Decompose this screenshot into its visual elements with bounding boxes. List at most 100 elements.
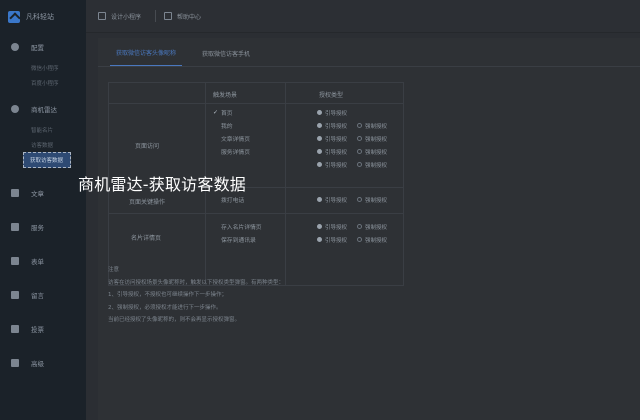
- guide-auth-option[interactable]: 引导授权: [317, 223, 347, 231]
- guide-auth-option[interactable]: 引导授权: [317, 161, 347, 169]
- row-page-label: 保存到通讯录: [221, 238, 256, 244]
- message-icon: [11, 291, 19, 299]
- topbar-divider: [155, 10, 157, 22]
- radio-icon: [317, 149, 322, 154]
- sidebar-sub-visitor-data[interactable]: 访客数据: [0, 137, 86, 152]
- force-auth-option[interactable]: 强制授权: [357, 236, 387, 244]
- sidebar-sub-get-visitor-data[interactable]: 获取访客数据: [23, 152, 71, 168]
- sidebar-tooltip: 商机雷达-获取访客数据: [78, 175, 246, 194]
- radio-icon: [317, 162, 322, 167]
- tab-phone[interactable]: 获取微信访客手机: [196, 49, 256, 66]
- notes-line: 访客在访问授权场景头像昵称时，触发以下授权类型弹窗。有两种类型：: [108, 279, 285, 286]
- guide-auth-option[interactable]: 引导授权: [317, 196, 347, 204]
- radio-icon: [317, 136, 322, 141]
- group-divider: [109, 213, 403, 214]
- design-miniapp-label: 设计小程序: [111, 13, 142, 21]
- group-label-page-visit: 页面访问: [135, 143, 160, 150]
- design-miniapp-link[interactable]: 设计小程序: [98, 12, 141, 21]
- radio-icon: [357, 149, 363, 154]
- article-icon: [11, 189, 19, 197]
- guide-auth-label: 引导授权: [325, 149, 348, 156]
- edit-icon: [98, 12, 106, 20]
- sidebar-item-label: 配置: [31, 44, 44, 52]
- brand-logo-icon: [8, 11, 20, 23]
- guide-auth-option[interactable]: 引导授权: [317, 148, 347, 156]
- sidebar-sub-wechat-miniapp[interactable]: 微信小程序: [0, 60, 86, 75]
- table-row: 我的 引导授权 强制授权: [213, 119, 403, 132]
- radar-icon: [11, 105, 19, 113]
- force-auth-option[interactable]: 强制授权: [357, 148, 387, 156]
- guide-auth-option[interactable]: 引导授权: [317, 236, 347, 244]
- guide-auth-option[interactable]: 引导授权: [317, 122, 347, 130]
- force-auth-option[interactable]: 强制授权: [357, 161, 387, 169]
- table-row: 服务详情页 引导授权 强制授权: [213, 145, 403, 158]
- table-row: 引导授权 强制授权: [213, 158, 403, 171]
- sidebar-item-label: 服务: [31, 224, 44, 232]
- tab-bar: 获取微信访客头像昵称 获取微信访客手机: [110, 38, 270, 66]
- radio-icon: [357, 224, 363, 229]
- sidebar-item-message[interactable]: 留言: [0, 282, 86, 308]
- row-page-label: 文章详情页: [221, 137, 250, 143]
- radio-icon: [357, 136, 363, 141]
- guide-auth-label: 引导授权: [325, 123, 348, 130]
- guide-auth-label: 引导授权: [325, 162, 348, 169]
- header-divider: [109, 103, 403, 104]
- table-row: 文章详情页 引导授权 强制授权: [213, 132, 403, 145]
- sidebar-item-advanced[interactable]: 高级: [0, 350, 86, 376]
- column-header-trigger: 触发场景: [213, 92, 238, 99]
- row-page-label: 首页: [221, 111, 233, 117]
- table-row: 保存到通讯录 引导授权 强制授权: [213, 233, 403, 246]
- force-auth-label: 强制授权: [365, 149, 388, 156]
- tab-underline-divider: [98, 66, 640, 67]
- help-icon: [164, 12, 173, 20]
- row-page-label: 我的: [221, 124, 233, 130]
- guide-auth-option[interactable]: 引导授权: [317, 135, 347, 143]
- force-auth-label: 强制授权: [365, 237, 388, 244]
- sidebar-item-label: 商机雷达: [31, 106, 57, 114]
- sidebar: 凡科轻站 配置 微信小程序 百度小程序 商机雷达 智能名片 访客数据 获取访客数…: [0, 0, 86, 420]
- row-page-label: 存入名片详情页: [221, 225, 262, 231]
- table-row: 存入名片详情页 引导授权 强制授权: [213, 220, 403, 233]
- force-auth-option[interactable]: 强制授权: [357, 122, 387, 130]
- form-icon: [11, 257, 19, 265]
- sidebar-item-radar[interactable]: 商机雷达: [0, 96, 86, 122]
- guide-auth-option[interactable]: 引导授权: [317, 109, 347, 117]
- brand-name: 凡科轻站: [26, 13, 54, 21]
- guide-auth-label: 引导授权: [325, 136, 348, 143]
- check-icon[interactable]: ✓: [213, 109, 221, 116]
- guide-auth-label: 引导授权: [325, 197, 348, 204]
- sidebar-item-label: 表单: [31, 258, 44, 266]
- brand[interactable]: 凡科轻站: [0, 0, 86, 34]
- sidebar-item-service[interactable]: 服务: [0, 214, 86, 240]
- radio-icon: [357, 123, 363, 128]
- gear-icon: [11, 43, 19, 51]
- guide-auth-label: 引导授权: [325, 224, 348, 231]
- sidebar-sub-smart-card[interactable]: 智能名片: [0, 122, 86, 137]
- sidebar-item-article[interactable]: 文章: [0, 180, 86, 206]
- main-content: 获取微信访客头像昵称 获取微信访客手机 触发场景 授权类型 页面访问 页面关键操…: [98, 38, 640, 420]
- force-auth-option[interactable]: 强制授权: [357, 196, 387, 204]
- notes-line: 当前已经授权了头像昵称的，则不会再显示授权弹窗。: [108, 317, 241, 323]
- notes-title: 注意: [108, 267, 120, 273]
- radio-icon: [357, 162, 363, 167]
- force-auth-option[interactable]: 强制授权: [357, 223, 387, 231]
- service-icon: [11, 223, 19, 231]
- sidebar-item-label: 投票: [31, 326, 44, 334]
- sidebar-item-form[interactable]: 表单: [0, 248, 86, 274]
- tab-avatar-nickname[interactable]: 获取微信访客头像昵称: [110, 48, 183, 66]
- sidebar-item-config[interactable]: 配置: [0, 34, 86, 60]
- topbar: 设计小程序 帮助中心: [86, 0, 640, 33]
- radio-icon: [317, 197, 322, 202]
- sidebar-sub-baidu-miniapp[interactable]: 百度小程序: [0, 75, 86, 90]
- help-center-link[interactable]: 帮助中心: [164, 12, 201, 21]
- guide-auth-label: 引导授权: [325, 237, 348, 244]
- force-auth-label: 强制授权: [365, 197, 388, 204]
- help-center-label: 帮助中心: [177, 13, 202, 21]
- force-auth-option[interactable]: 强制授权: [357, 135, 387, 143]
- sidebar-item-vote[interactable]: 投票: [0, 316, 86, 342]
- row-page-label: 拨打电话: [221, 198, 245, 204]
- group-label-key-action: 页面关键操作: [129, 199, 166, 206]
- notes-line: 1、引导授权，不授权也可继续操作下一步操作；: [108, 292, 228, 298]
- force-auth-label: 强制授权: [365, 162, 388, 169]
- row-page-label: 服务详情页: [221, 150, 250, 156]
